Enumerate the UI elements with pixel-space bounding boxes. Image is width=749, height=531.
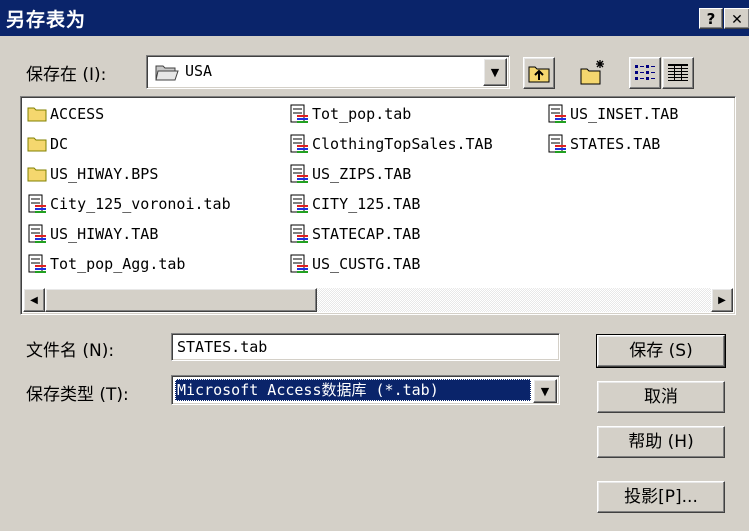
list-item[interactable]: US_HIWAY.TAB <box>27 221 158 247</box>
save-in-combo[interactable]: USA ▼ <box>146 55 510 89</box>
filename-label: 文件名 (N): <box>26 341 115 361</box>
file-list[interactable]: ACCESS DC US_HIWAY.BPS City_125_voronoi.… <box>20 96 736 315</box>
file-name: Tot_pop.tab <box>312 105 412 123</box>
list-item[interactable]: STATECAP.TAB <box>289 221 420 247</box>
title-bar[interactable]: 另存表为 ? ✕ <box>0 0 749 36</box>
list-item[interactable]: US_INSET.TAB <box>547 101 678 127</box>
file-name: STATES.TAB <box>570 135 661 153</box>
filetype-dropdown-button[interactable]: ▼ <box>533 379 557 403</box>
file-name: ACCESS <box>50 105 105 123</box>
up-folder-icon <box>528 66 550 83</box>
file-name: CITY_125.TAB <box>312 195 421 213</box>
table-file-icon <box>28 194 46 213</box>
list-item[interactable]: CITY_125.TAB <box>289 191 420 217</box>
table-file-icon <box>290 194 308 213</box>
scroll-right-button[interactable]: ▶ <box>711 288 733 312</box>
file-name: US_ZIPS.TAB <box>312 165 412 183</box>
file-name: STATECAP.TAB <box>312 225 421 243</box>
arrow-right-icon: ▶ <box>718 294 726 306</box>
list-item[interactable]: Tot_pop.tab <box>289 101 411 127</box>
new-folder-button[interactable] <box>576 57 608 89</box>
scrollbar-thumb[interactable] <box>45 288 317 312</box>
dropdown-arrow-icon: ▼ <box>540 384 550 398</box>
file-name: City_125_voronoi.tab <box>50 195 231 213</box>
list-item[interactable]: US_CUSTG.TAB <box>289 251 420 277</box>
horizontal-scrollbar[interactable]: ◀ ▶ <box>23 288 733 312</box>
table-file-icon <box>290 134 308 153</box>
list-item[interactable]: US_HIWAY.BPS <box>27 161 158 187</box>
save-in-label: 保存在 (I): <box>26 65 107 85</box>
help-button[interactable]: 帮助 (H) <box>597 426 725 458</box>
close-button[interactable]: ✕ <box>724 8 749 29</box>
save-in-value: USA <box>185 62 213 80</box>
projection-button[interactable]: 投影[P]... <box>597 481 725 513</box>
table-file-icon <box>28 224 46 243</box>
cancel-button[interactable]: 取消 <box>597 381 725 413</box>
filetype-value: Microsoft Access数据库 (*.tab) <box>175 379 531 401</box>
save-in-dropdown-button[interactable]: ▼ <box>483 58 507 86</box>
file-name: US_HIWAY.BPS <box>50 165 159 183</box>
save-button[interactable]: 保存 (S) <box>596 334 726 368</box>
filename-value: STATES.tab <box>177 338 268 356</box>
file-name: US_HIWAY.TAB <box>50 225 159 243</box>
table-file-icon <box>290 254 308 273</box>
filetype-label: 保存类型 (T): <box>26 385 129 405</box>
folder-icon <box>27 107 47 122</box>
table-file-icon <box>548 134 566 153</box>
window-title: 另存表为 <box>6 9 87 31</box>
list-item[interactable]: City_125_voronoi.tab <box>27 191 231 217</box>
up-one-level-button[interactable] <box>523 57 555 89</box>
new-folder-icon <box>580 60 604 85</box>
folder-icon <box>27 137 47 152</box>
list-item[interactable]: Tot_pop_Agg.tab <box>27 251 185 277</box>
dropdown-arrow-icon: ▼ <box>490 65 500 79</box>
filename-input[interactable]: STATES.tab <box>171 333 560 361</box>
table-file-icon <box>548 104 566 123</box>
table-file-icon <box>290 164 308 183</box>
filetype-select[interactable]: Microsoft Access数据库 (*.tab) ▼ <box>171 375 560 405</box>
list-item[interactable]: DC <box>27 131 68 157</box>
details-view-button[interactable] <box>662 57 694 89</box>
table-file-icon <box>28 254 46 273</box>
folder-icon <box>27 167 47 182</box>
details-view-icon <box>668 64 688 81</box>
file-name: DC <box>50 135 69 153</box>
folder-open-icon <box>155 65 179 81</box>
list-item[interactable]: STATES.TAB <box>547 131 660 157</box>
file-name: US_INSET.TAB <box>570 105 679 123</box>
close-icon: ✕ <box>731 12 743 28</box>
list-view-button[interactable] <box>629 57 661 89</box>
file-name: ClothingTopSales.TAB <box>312 135 493 153</box>
table-file-icon <box>290 224 308 243</box>
table-file-icon <box>290 104 308 123</box>
list-item[interactable]: ACCESS <box>27 101 104 127</box>
file-name: Tot_pop_Agg.tab <box>50 255 186 273</box>
file-name: US_CUSTG.TAB <box>312 255 421 273</box>
arrow-left-icon: ◀ <box>30 294 38 306</box>
help-title-button[interactable]: ? <box>699 8 723 29</box>
list-item[interactable]: ClothingTopSales.TAB <box>289 131 493 157</box>
save-table-dialog: 另存表为 ? ✕ 保存在 (I): USA ▼ ACCESS DC US_HIW… <box>0 0 749 531</box>
list-view-icon <box>635 65 655 80</box>
scroll-left-button[interactable]: ◀ <box>23 288 45 312</box>
list-item[interactable]: US_ZIPS.TAB <box>289 161 411 187</box>
